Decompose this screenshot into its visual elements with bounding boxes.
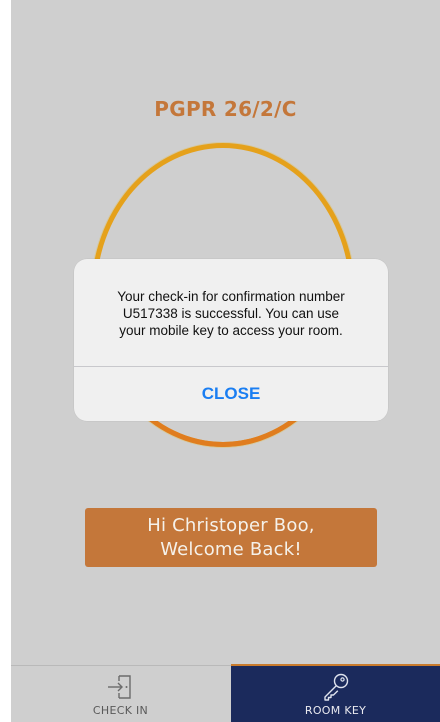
alert-message-line: U517338 is successful. You can use [122, 306, 340, 321]
alert-close-button[interactable]: CLOSE [74, 367, 388, 421]
alert-message-line: Your check-in for confirmation number [117, 289, 345, 304]
check-in-success-alert: Your check-in for confirmation number U5… [74, 259, 388, 421]
app-screen: PGPR 26/2/C Hi Christoper Boo, Welcome B… [11, 0, 440, 722]
alert-overlay: Your check-in for confirmation number U5… [11, 0, 440, 722]
alert-message-line: your mobile key to access your room. [119, 323, 343, 338]
alert-message: Your check-in for confirmation number U5… [88, 288, 374, 339]
